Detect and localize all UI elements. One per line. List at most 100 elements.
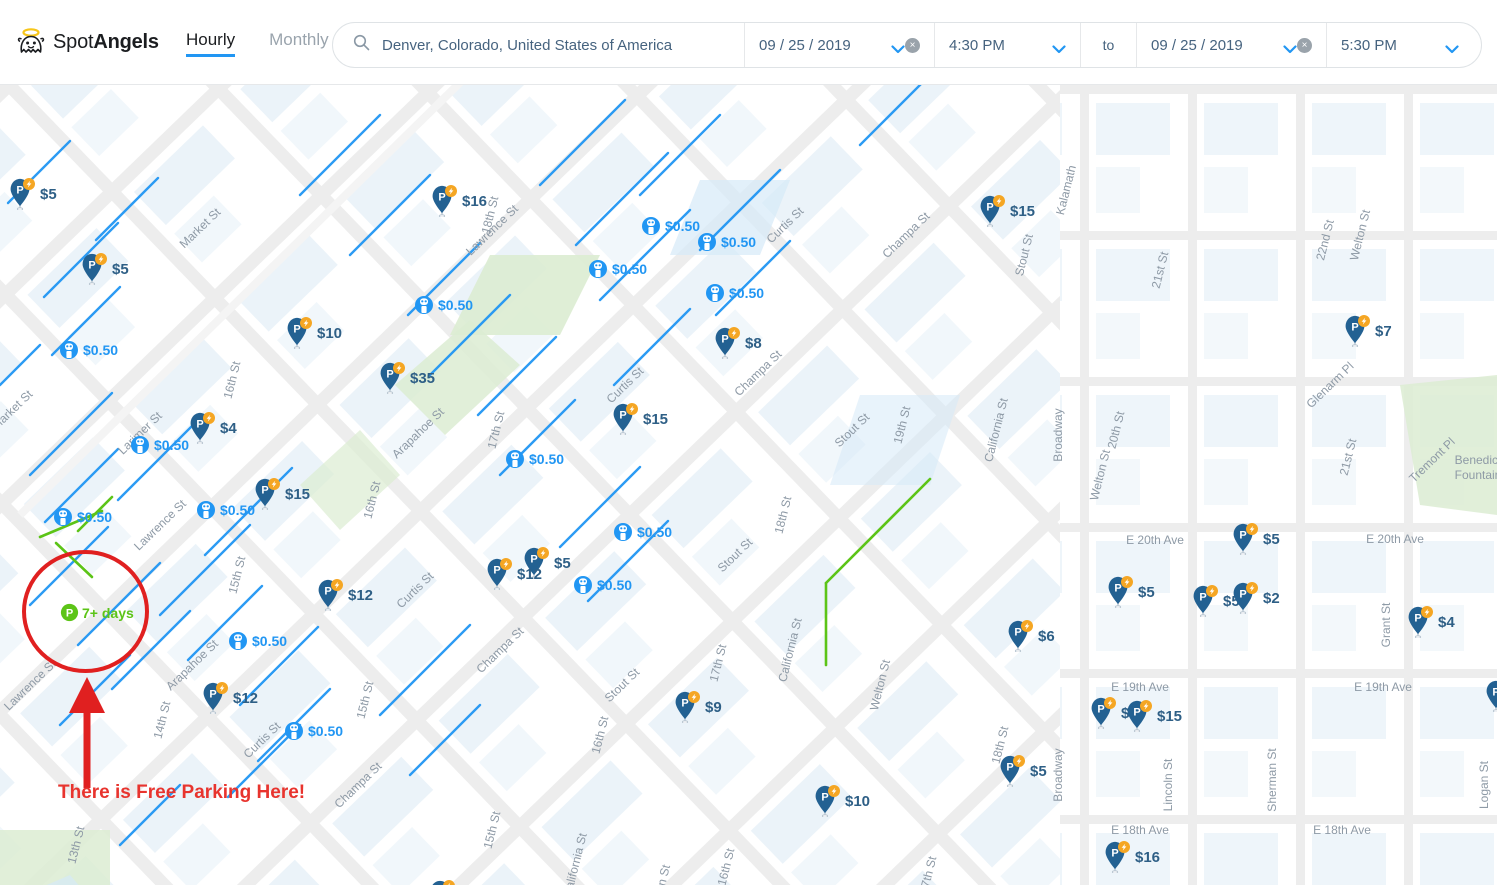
street-meter-marker[interactable]: $0.50 [505, 449, 564, 469]
street-meter-marker[interactable]: $0.50 [705, 283, 764, 303]
parking-meter-icon [228, 631, 248, 651]
end-time-field[interactable]: 5:30 PM [1327, 23, 1473, 67]
street-meter-marker[interactable]: $0.50 [59, 340, 118, 360]
parking-pin-icon: P [1091, 697, 1117, 729]
parking-pin-icon: P [715, 327, 741, 359]
garage-parking-marker[interactable]: P$16 [432, 185, 487, 217]
chevron-down-icon [891, 41, 905, 50]
parking-pin-icon: P [380, 362, 406, 394]
svg-text:P: P [293, 323, 300, 335]
brand-name-bold: Angels [93, 31, 158, 53]
parking-pin-icon: P [1108, 576, 1134, 608]
garage-parking-marker[interactable]: P$15 [255, 478, 310, 510]
garage-parking-marker[interactable]: P$2 [1233, 582, 1280, 614]
svg-text:P: P [1014, 626, 1021, 638]
garage-parking-marker[interactable]: P $4 [1408, 606, 1455, 638]
end-date-value: 09 / 25 / 2019 [1151, 37, 1243, 54]
clear-start-date-icon[interactable]: × [905, 38, 920, 53]
street-label: Broadway [1051, 408, 1065, 461]
marker-price: $0.50 [612, 261, 647, 277]
garage-parking-marker[interactable]: P$10 [287, 317, 342, 349]
tab-monthly[interactable]: Monthly [269, 30, 329, 55]
tab-hourly[interactable]: Hourly [186, 30, 235, 55]
garage-parking-marker[interactable]: P$8 [430, 880, 477, 885]
garage-parking-marker[interactable]: P$12 [203, 682, 258, 714]
street-label: Logan St [1477, 761, 1491, 809]
garage-parking-marker[interactable]: P$15 [980, 195, 1035, 227]
street-meter-marker[interactable]: $0.50 [228, 631, 287, 651]
marker-price: $0.50 [729, 285, 764, 301]
marker-price: $6 [1038, 628, 1055, 645]
garage-parking-marker[interactable]: P$12 [318, 579, 373, 611]
street-meter-marker[interactable]: $0.50 [196, 500, 255, 520]
parking-meter-icon [53, 507, 73, 527]
street-meter-marker[interactable]: $0.50 [130, 435, 189, 455]
range-separator-label: to [1103, 37, 1115, 53]
parking-pin-icon: P [1000, 755, 1026, 787]
street-meter-marker[interactable]: $0.50 [697, 232, 756, 252]
street-meter-marker[interactable]: $0.50 [284, 721, 343, 741]
street-label: Broadway [1051, 748, 1065, 801]
street-meter-marker[interactable]: $0.50 [53, 507, 112, 527]
brand-name-light: Spot [53, 31, 93, 53]
svg-text:P: P [1414, 612, 1421, 624]
street-label: E 18th Ave [1313, 823, 1371, 837]
search-cell[interactable] [333, 23, 745, 67]
marker-price: $0.50 [220, 502, 255, 518]
svg-text:P: P [681, 697, 688, 709]
garage-parking-marker[interactable]: P$5 [10, 178, 57, 210]
garage-parking-marker[interactable]: P$15 [1127, 700, 1182, 732]
end-date-field[interactable]: 09 / 25 / 2019 × [1137, 23, 1327, 67]
chevron-down-icon [1283, 41, 1297, 50]
marker-price: $0.50 [83, 342, 118, 358]
marker-price: $15 [643, 411, 668, 428]
parking-meter-icon [130, 435, 150, 455]
marker-price: $5 [112, 261, 129, 278]
garage-parking-marker[interactable]: P$9 [675, 691, 722, 723]
annotation-text: There is Free Parking Here! [58, 782, 305, 804]
garage-parking-marker[interactable]: P$12 [487, 558, 542, 590]
start-time-field[interactable]: 4:30 PM [935, 23, 1081, 67]
svg-text:P: P [1351, 321, 1358, 333]
garage-parking-marker[interactable]: P$35 [380, 362, 435, 394]
garage-parking-marker[interactable]: P$16 [1105, 841, 1160, 873]
street-meter-marker[interactable]: $0.50 [588, 259, 647, 279]
street-label: E 20th Ave [1366, 532, 1424, 546]
svg-text:P: P [16, 184, 23, 196]
garage-parking-marker[interactable]: P$7 [1345, 315, 1392, 347]
parking-pin-icon: P [190, 412, 216, 444]
garage-parking-marker[interactable]: P $6 [1008, 620, 1055, 652]
garage-parking-marker[interactable]: P$5 [1233, 523, 1280, 555]
map-view[interactable]: Market StMarket StLawrence StLawrence St… [0, 85, 1497, 885]
parking-pin-icon: P [10, 178, 36, 210]
marker-price: $0.50 [597, 577, 632, 593]
marker-price: $5 [554, 555, 571, 572]
street-meter-marker[interactable]: $0.50 [613, 522, 672, 542]
garage-parking-marker[interactable]: P$10 [815, 785, 870, 817]
street-meter-marker[interactable]: $0.50 [641, 216, 700, 236]
parking-meter-icon [573, 575, 593, 595]
parking-pin-icon: P [82, 253, 108, 285]
start-date-field[interactable]: 09 / 25 / 2019 × [745, 23, 935, 67]
brand-logo[interactable]: SpotAngels [16, 28, 176, 56]
garage-parking-marker[interactable]: P$4 [190, 412, 237, 444]
svg-text:P: P [1114, 582, 1121, 594]
parking-pin-icon: P [255, 478, 281, 510]
search-input[interactable] [382, 37, 722, 54]
garage-parking-marker[interactable]: P$5 [1000, 755, 1047, 787]
garage-parking-marker[interactable]: P$8 [715, 327, 762, 359]
free-parking-marker[interactable]: P7+ days [60, 603, 134, 622]
svg-text:P: P [66, 608, 73, 620]
marker-price: $12 [517, 566, 542, 583]
garage-parking-marker[interactable]: P$5 [82, 253, 129, 285]
garage-parking-marker[interactable]: P$15 [613, 403, 668, 435]
clear-end-date-icon[interactable]: × [1297, 38, 1312, 53]
street-meter-marker[interactable]: $0.50 [573, 575, 632, 595]
marker-price: $4 [1438, 614, 1455, 631]
garage-parking-marker[interactable]: P$5 [1108, 576, 1155, 608]
parking-pin-icon: P [430, 880, 456, 885]
street-meter-marker[interactable]: $0.50 [414, 295, 473, 315]
garage-parking-marker[interactable]: P$7 [1486, 680, 1497, 712]
marker-price: $0.50 [154, 437, 189, 453]
svg-text:P: P [1133, 706, 1140, 718]
